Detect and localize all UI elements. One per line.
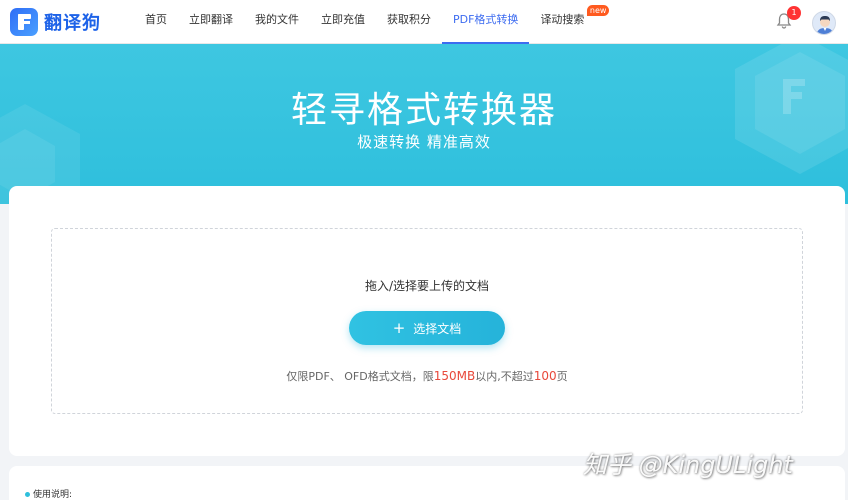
hero-subtitle: 极速转换 精准高效: [357, 133, 491, 151]
nav-item-points[interactable]: 获取积分: [376, 0, 442, 44]
limit-size: 150MB: [433, 369, 476, 383]
upload-dropzone[interactable]: 拖入/选择要上传的文档 + 选择文档 仅限PDF、 OFD格式文档，限150MB…: [51, 228, 803, 414]
dropzone-hint: 拖入/选择要上传的文档: [364, 279, 490, 293]
top-header: 翻译狗 首页 立即翻译 我的文件 立即充值 获取积分 PDF格式转换 译动搜索 …: [0, 0, 848, 44]
brand-name: 翻译狗: [44, 13, 101, 34]
upload-limit-text: 仅限PDF、 OFD格式文档，限150MB以内,不超过100页: [52, 368, 802, 384]
limit-pages: 100: [533, 369, 557, 383]
select-document-button[interactable]: + 选择文档: [349, 311, 505, 345]
nav-item-home[interactable]: 首页: [134, 0, 178, 44]
main-nav: 首页 立即翻译 我的文件 立即充值 获取积分 PDF格式转换 译动搜索 new: [134, 0, 610, 44]
logo[interactable]: 翻译狗: [10, 8, 101, 36]
nav-item-translate[interactable]: 立即翻译: [178, 0, 244, 44]
nav-item-pdf-convert[interactable]: PDF格式转换: [442, 0, 530, 44]
limit-middle: 以内,不超过: [475, 370, 534, 383]
nav-item-search[interactable]: 译动搜索 new: [529, 0, 610, 44]
watermark: 知乎 @KingULight: [583, 451, 793, 479]
nav-item-recharge[interactable]: 立即充值: [310, 0, 376, 44]
plus-icon: +: [392, 318, 406, 337]
select-document-label: 选择文档: [413, 321, 462, 336]
limit-prefix: 仅限PDF、 OFD格式文档，限: [286, 370, 434, 383]
avatar[interactable]: [812, 11, 836, 35]
usage-instructions-label: 使用说明:: [33, 490, 73, 500]
nav-item-my-files[interactable]: 我的文件: [244, 0, 310, 44]
hero-banner: 轻寻格式转换器 极速转换 精准高效: [0, 44, 848, 204]
logo-icon: [10, 8, 38, 36]
hero-title: 轻寻格式转换器: [290, 90, 557, 131]
upload-card: 拖入/选择要上传的文档 + 选择文档 仅限PDF、 OFD格式文档，限150MB…: [9, 186, 845, 456]
nav-item-search-label: 译动搜索: [540, 13, 585, 26]
new-badge: new: [586, 5, 610, 16]
limit-suffix: 页: [556, 370, 568, 383]
notification-count-badge: 1: [787, 6, 801, 20]
user-avatar-icon: [816, 16, 834, 34]
bullet-dot-icon: [25, 492, 30, 497]
